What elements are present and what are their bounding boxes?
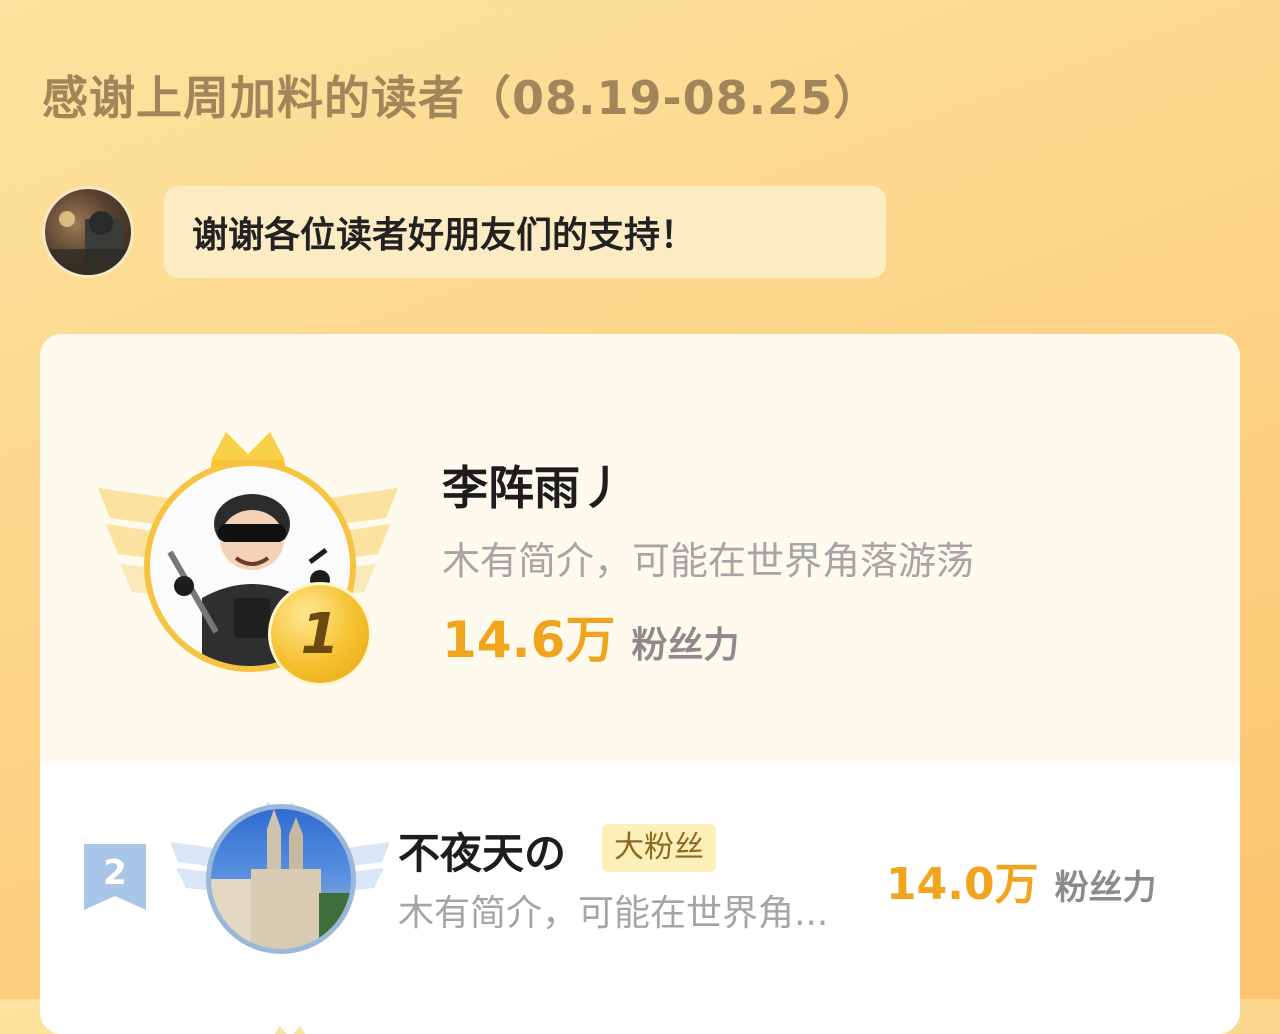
fan-power-label: 粉丝力 (631, 625, 740, 666)
avatar[interactable] (206, 804, 356, 954)
user-bio: 木有简介，可能在世界角... (398, 893, 829, 934)
crown-icon (275, 1026, 305, 1034)
leaderboard-card: 1 李阵雨丿 木有简介，可能在世界角落游荡 14.6万 粉丝力 2 不夜天の 大… (40, 334, 1240, 1034)
fan-power-value: 14.0万 (886, 859, 1039, 910)
fan-power-label: 粉丝力 (1054, 868, 1157, 908)
username[interactable]: 李阵雨丿 (442, 452, 626, 518)
rank-number: 1 (300, 601, 340, 667)
message-text: 谢谢各位读者好朋友们的支持！ (192, 215, 697, 256)
rank-badge-icon: 2 (84, 844, 146, 910)
leaderboard-item-2[interactable]: 2 不夜天の 大粉丝 木有简介，可能在世界角... 14.0万 粉丝力 (40, 764, 1240, 1034)
page-title: 感谢上周加料的读者（08.19-08.25） (42, 71, 881, 125)
fan-power: 14.0万 粉丝力 (886, 848, 1157, 912)
leaderboard-item-1[interactable]: 1 李阵雨丿 木有简介，可能在世界角落游荡 14.6万 粉丝力 (40, 334, 1240, 764)
author-avatar[interactable] (42, 186, 134, 278)
fan-power-value: 14.6万 (442, 611, 616, 669)
fan-level-badge: 大粉丝 (602, 824, 716, 872)
message-bubble: 谢谢各位读者好朋友们的支持！ (164, 186, 886, 278)
rank-medal-icon: 1 (268, 582, 372, 686)
username[interactable]: 不夜天の (398, 820, 566, 881)
user-bio: 木有简介，可能在世界角落游荡 (442, 539, 975, 583)
fan-power: 14.6万 粉丝力 (442, 600, 739, 672)
svg-text:2: 2 (103, 853, 127, 893)
